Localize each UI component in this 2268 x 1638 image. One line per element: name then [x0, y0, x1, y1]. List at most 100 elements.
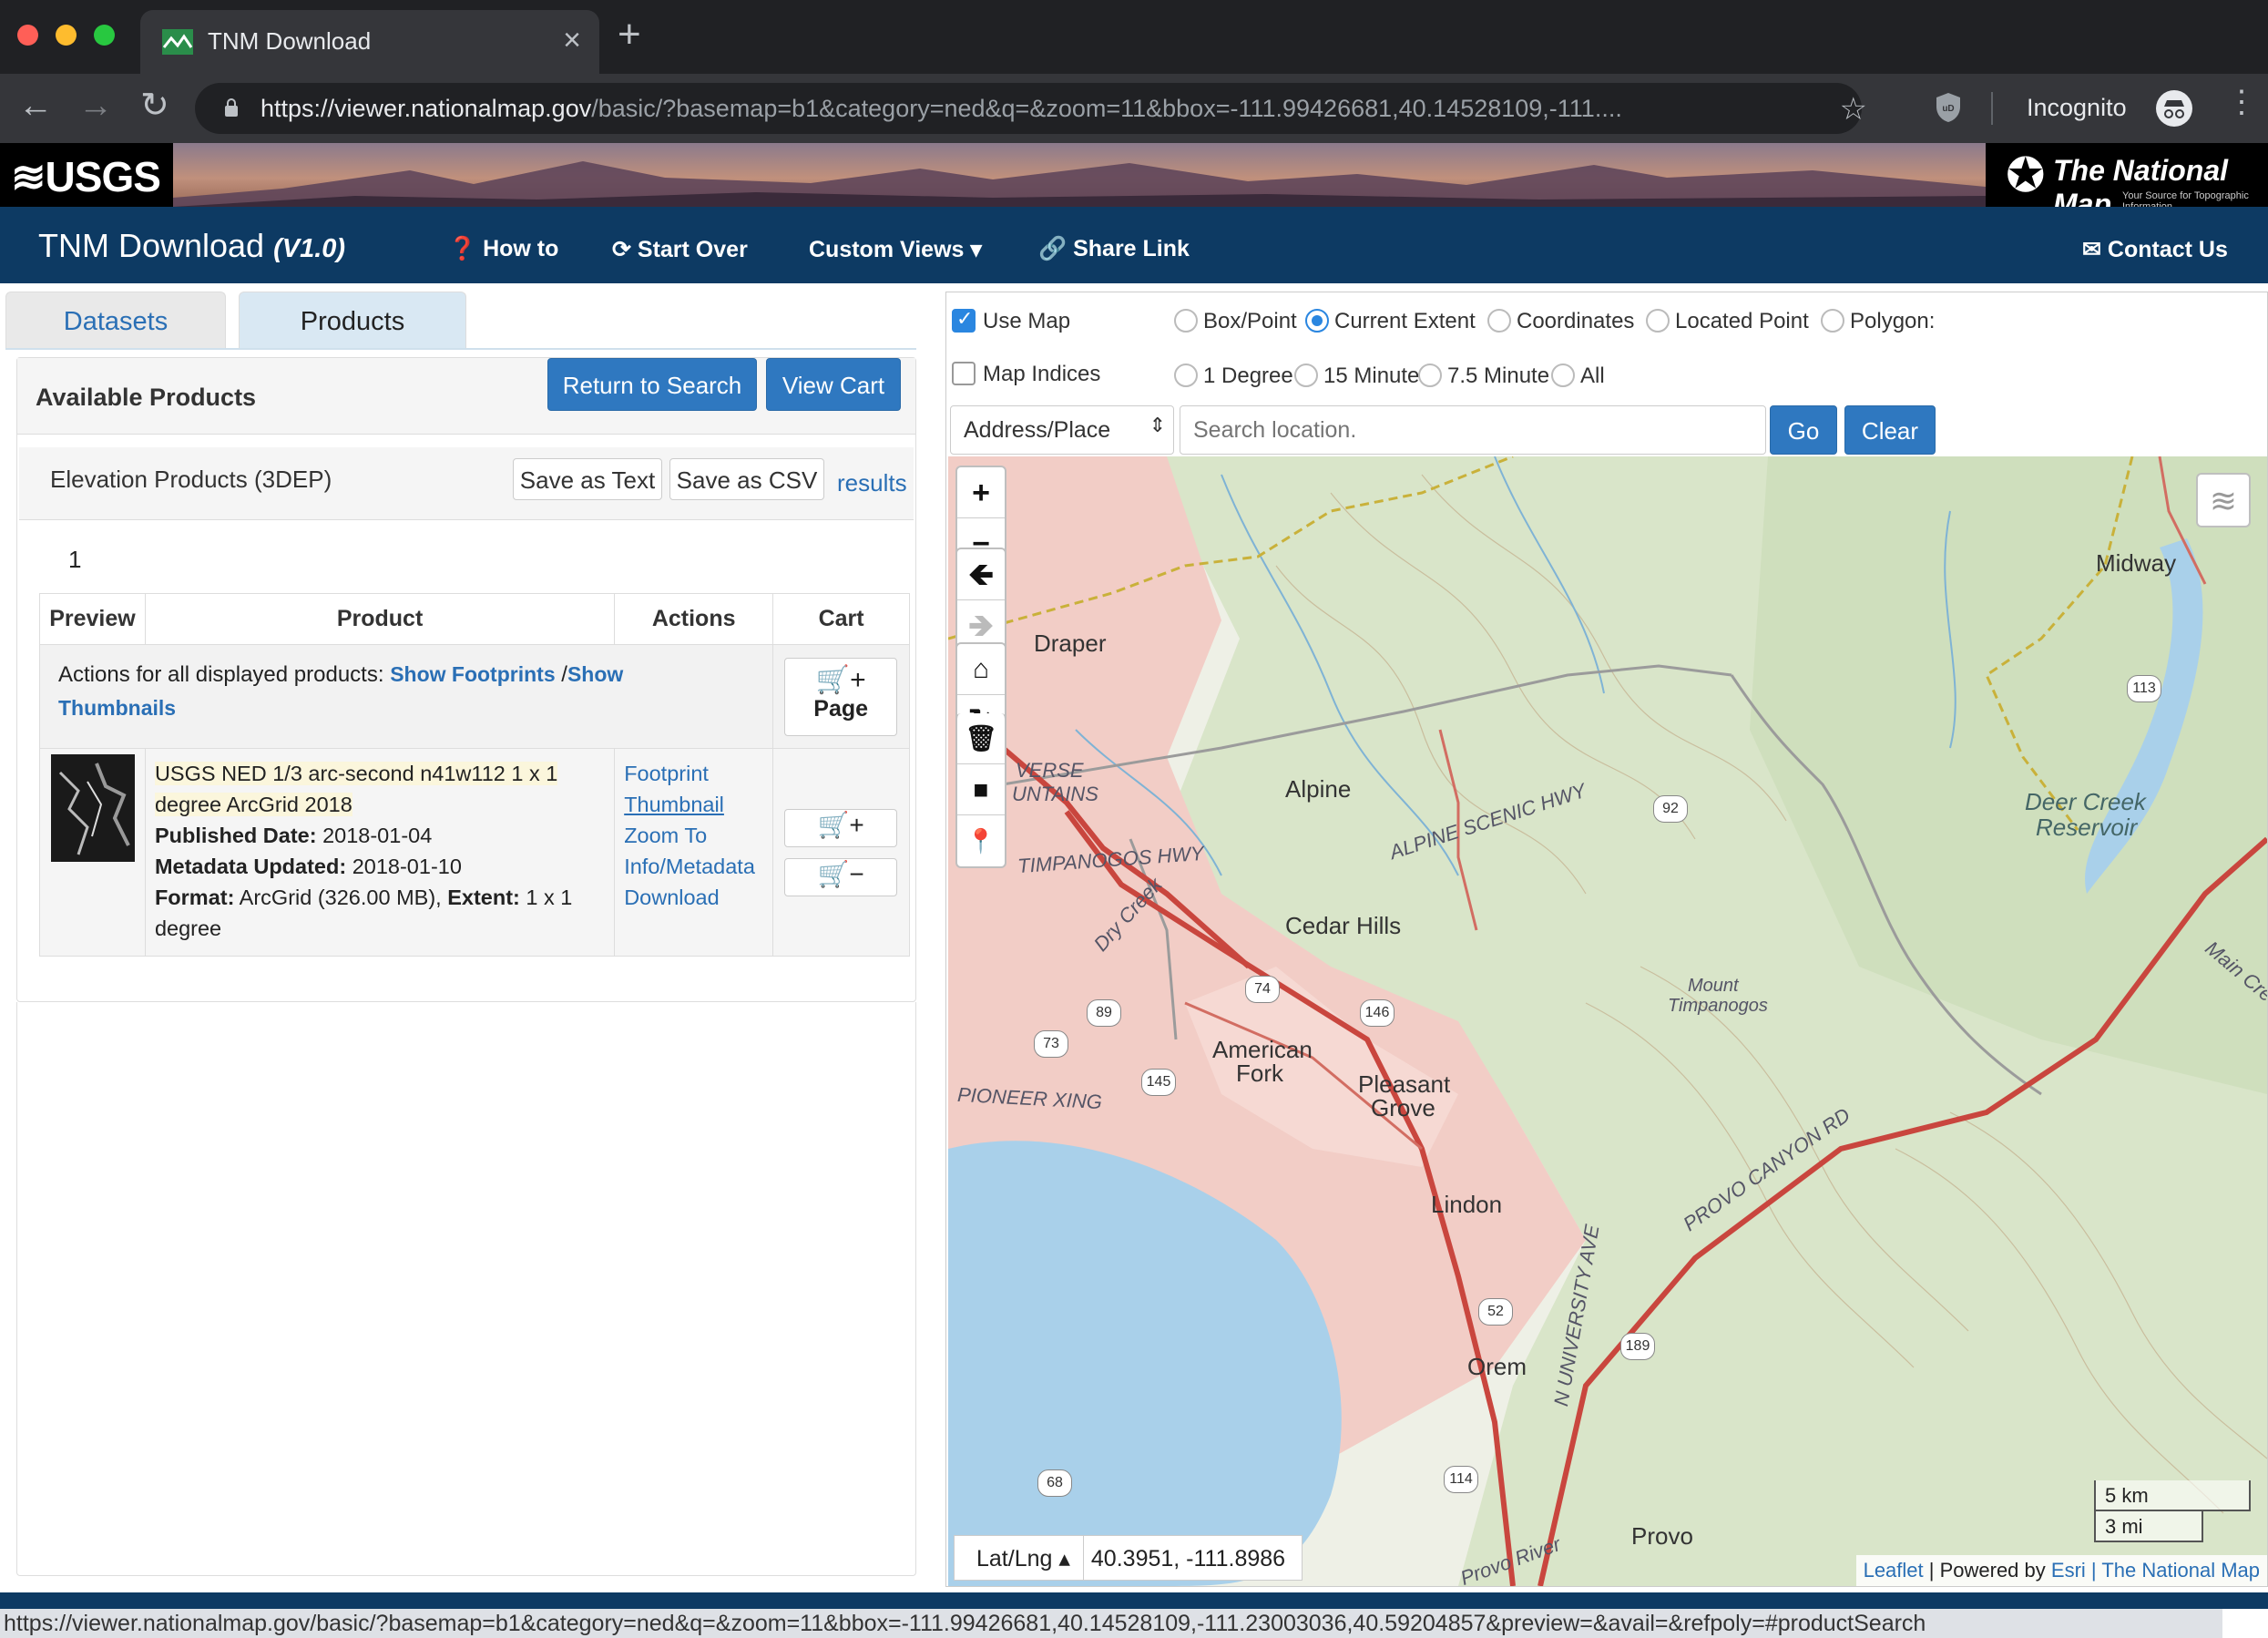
index-all[interactable]: All	[1551, 363, 1605, 389]
nav-custom-views[interactable]: Custom Views ▾	[809, 236, 982, 263]
return-to-search-label: Return to Search	[562, 372, 742, 399]
add-page-to-cart-button[interactable]: 🛒+ Page	[784, 658, 898, 736]
map-tiles	[948, 456, 2267, 1586]
zoom-to-link[interactable]: Zoom To	[624, 824, 707, 847]
show-footprints-link[interactable]: Show Footprints	[390, 662, 555, 686]
radio-icon	[1418, 363, 1442, 387]
caret-down-icon: ▾	[970, 237, 982, 262]
nav-share-link[interactable]: 🔗 Share Link	[1038, 236, 1190, 262]
info-metadata-link[interactable]: Info/Metadata	[624, 855, 755, 878]
browser-tab[interactable]: TNM Download ×	[140, 10, 599, 74]
coordinate-value: 40.3951, -111.8986	[1090, 1546, 1286, 1571]
index-15-minute[interactable]: 15 Minute	[1294, 363, 1419, 389]
envelope-icon: ✉	[2082, 237, 2101, 262]
close-tab-icon[interactable]: ×	[563, 23, 581, 58]
thumbnails-link[interactable]: Thumbnails	[58, 696, 176, 720]
remove-from-cart-button[interactable]: 🛒−	[784, 858, 898, 896]
coordinate-mode-toggle[interactable]: Lat/Lng ▴	[955, 1536, 1084, 1580]
address-bar[interactable]: https://viewer.nationalmap.gov/basic/?ba…	[195, 83, 1867, 134]
usgs-logo[interactable]: ≋USGS	[0, 143, 173, 207]
clear-button[interactable]: Clear	[1844, 405, 1936, 455]
esri-link[interactable]: Esri	[2051, 1559, 2086, 1582]
thumbnail-link[interactable]: Thumbnail	[624, 793, 724, 816]
search-type-select[interactable]: Address/Place ⇕	[950, 405, 1174, 455]
mode-located-point[interactable]: Located Point	[1646, 308, 1809, 334]
tnm-link[interactable]: | The National Map	[2091, 1559, 2260, 1582]
elevation-products-header: Elevation Products (3DEP) Save as Text S…	[19, 447, 914, 520]
leaflet-link[interactable]: Leaflet	[1864, 1559, 1924, 1582]
draw-rectangle-icon[interactable]: ■	[957, 764, 1005, 815]
download-link[interactable]: Download	[624, 886, 720, 909]
radio-icon	[1551, 363, 1575, 387]
go-button[interactable]: Go	[1770, 405, 1837, 455]
mode-polygon[interactable]: Polygon:	[1821, 308, 1935, 334]
mode-box-point[interactable]: Box/Point	[1174, 308, 1297, 334]
mode-coordinates[interactable]: Coordinates	[1487, 308, 1635, 334]
url-path: /basic/?basemap=b1&category=ned&q=&zoom=…	[591, 95, 1622, 122]
nav-start-over[interactable]: ⟳ Start Over	[612, 236, 748, 263]
incognito-icon[interactable]	[2155, 89, 2193, 128]
home-icon[interactable]: ⌂	[957, 644, 1005, 695]
search-location-input[interactable]	[1180, 405, 1766, 455]
map-label-grove: Grove	[1371, 1094, 1435, 1121]
coordinate-readout: Lat/Lng ▴ 40.3951, -111.8986	[954, 1535, 1303, 1581]
zoom-in-icon[interactable]: +	[957, 467, 1005, 518]
tab-products[interactable]: Products	[239, 292, 466, 348]
url-host: https://viewer.nationalmap.gov	[261, 95, 592, 122]
view-cart-button[interactable]: View Cart	[766, 358, 901, 411]
index-1-degree[interactable]: 1 Degree	[1174, 363, 1293, 389]
close-window-icon[interactable]	[17, 25, 38, 46]
reload-icon[interactable]: ↻	[140, 88, 169, 123]
nav-contact-us[interactable]: ✉ Contact Us	[2082, 236, 2228, 263]
map-canvas[interactable]: + − 🡸 🡺 ⌂ ↻ 🗑 ■ 📍 ≋ Draper Alpine Cedar …	[948, 456, 2267, 1586]
new-tab-icon[interactable]: +	[618, 15, 641, 55]
footprint-link[interactable]: Footprint	[624, 762, 709, 785]
toolbar-divider	[1991, 92, 1993, 125]
mode-current-extent[interactable]: Current Extent	[1305, 308, 1476, 334]
ublock-shield-icon[interactable]: uD	[1935, 92, 1962, 123]
use-map-checkbox[interactable]: Use Map	[952, 307, 1071, 334]
metadata-date: 2018-01-10	[352, 855, 462, 878]
index-7-5-minute-label: 7.5 Minute	[1447, 363, 1550, 388]
maximize-window-icon[interactable]	[94, 25, 115, 46]
nav-how-to[interactable]: ❓ How to	[448, 236, 558, 262]
bookmark-star-icon[interactable]: ☆	[1840, 91, 1867, 128]
page-number[interactable]: 1	[68, 546, 81, 574]
save-as-csv-button[interactable]: Save as CSV	[669, 458, 824, 500]
use-map-label: Use Map	[983, 309, 1071, 333]
back-icon[interactable]: ←	[18, 88, 53, 123]
tab-datasets[interactable]: Datasets	[5, 292, 226, 348]
trash-icon[interactable]: 🗑	[957, 713, 1005, 764]
page-footer-bar	[0, 1592, 2268, 1609]
results-link[interactable]: results	[837, 469, 907, 497]
tnm-logo[interactable]: ✪ The National Map Your Source for Topog…	[1986, 143, 2268, 207]
page-button-label: Page	[813, 696, 869, 722]
powered-by-text: | Powered by	[1928, 1559, 2046, 1582]
browser-menu-icon[interactable]: ⋮	[2226, 87, 2257, 118]
mode-coordinates-label: Coordinates	[1517, 309, 1635, 333]
radio-icon	[1487, 308, 1511, 333]
map-indices-label: Map Indices	[983, 362, 1101, 386]
add-to-cart-button[interactable]: 🛒+	[784, 809, 898, 847]
nav-share-link-label: Share Link	[1073, 236, 1190, 261]
minimize-window-icon[interactable]	[56, 25, 77, 46]
forward-icon[interactable]: →	[78, 88, 113, 123]
table-row: USGS NED 1/3 arc-second n41w112 1 x 1 deg…	[39, 748, 910, 957]
incognito-label[interactable]: Incognito	[2027, 94, 2127, 122]
map-label-provo: Provo	[1631, 1522, 1693, 1550]
app-title: TNM Download	[38, 227, 265, 264]
map-marker-icon[interactable]: 📍	[957, 815, 1005, 866]
history-back-icon[interactable]: 🡸	[957, 549, 1005, 600]
show-thumbnails-link[interactable]: Show	[567, 662, 623, 686]
index-7-5-minute[interactable]: 7.5 Minute	[1418, 363, 1549, 389]
save-as-text-button[interactable]: Save as Text	[513, 458, 662, 500]
product-thumbnail-image[interactable]	[51, 754, 135, 862]
layers-icon[interactable]: ≋	[2196, 473, 2251, 527]
area-label-untains: UNTAINS	[1012, 783, 1098, 805]
radio-icon	[1646, 308, 1670, 333]
app-brand[interactable]: TNM Download (V1.0)	[38, 227, 345, 265]
map-indices-checkbox[interactable]: Map Indices	[952, 361, 1101, 387]
map-label-lindon: Lindon	[1431, 1191, 1503, 1218]
return-to-search-button[interactable]: Return to Search	[547, 358, 757, 411]
app-version: (V1.0)	[273, 234, 346, 263]
